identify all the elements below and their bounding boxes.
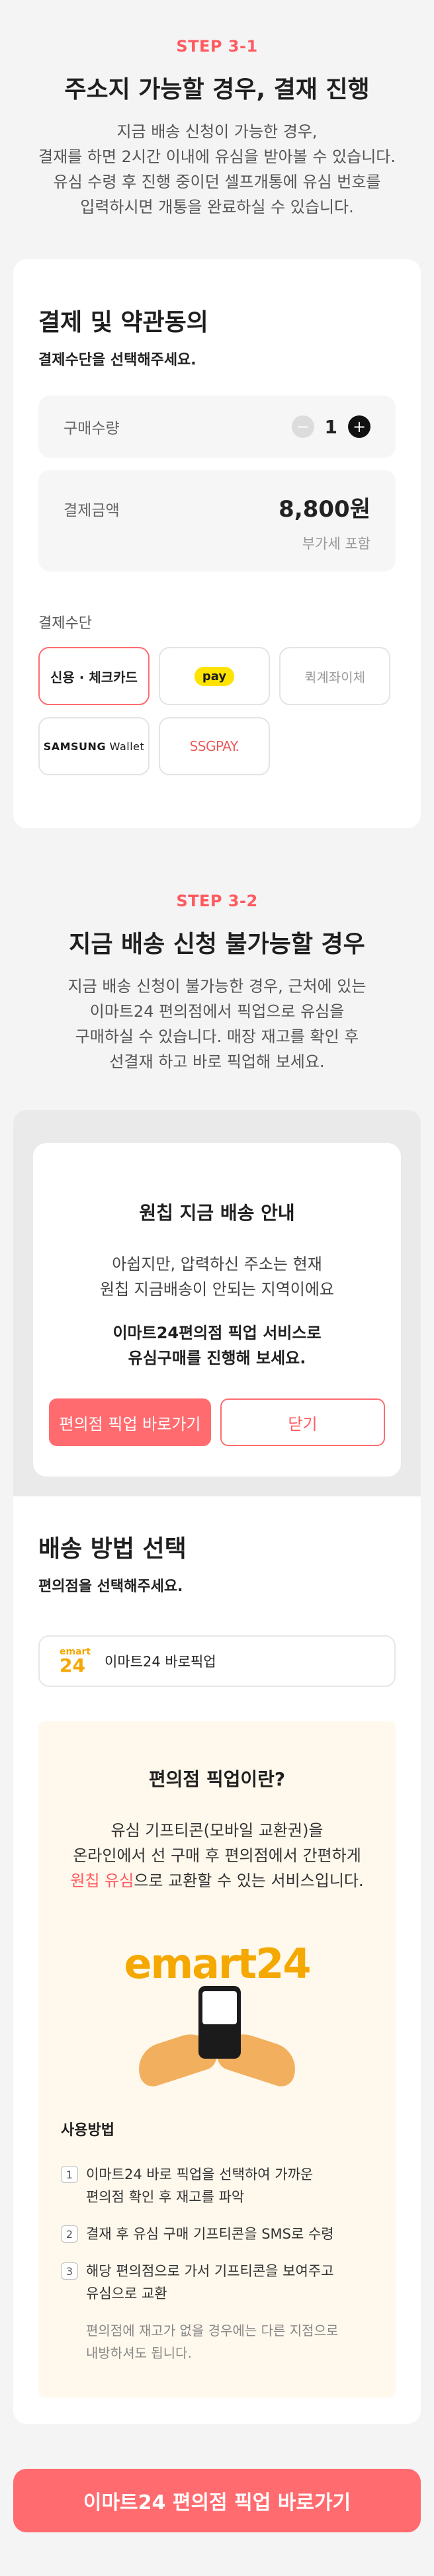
vat-note: 부가세 포함 bbox=[302, 536, 370, 552]
desc-line: 이마트24 편의점에서 픽업으로 유심을 bbox=[89, 1002, 345, 1021]
usage-title: 사용방법 bbox=[61, 2122, 114, 2139]
shipping-card: 배송 방법 선택 편의점을 선택해주세요. emart 24 이마트24 바로픽… bbox=[13, 1496, 421, 2424]
method-kakaopay-button[interactable]: pay bbox=[159, 647, 270, 705]
usage-step: 1 이마트24 바로 픽업을 선택하여 가까운 편의점 확인 후 재고를 파악 bbox=[61, 2163, 373, 2208]
usage-steps: 1 이마트24 바로 픽업을 선택하여 가까운 편의점 확인 후 재고를 파악 … bbox=[61, 2163, 373, 2305]
desc-line: 입력하시면 개통을 완료하실 수 있습니다. bbox=[80, 198, 354, 216]
emart24-pickup-button[interactable]: 이마트24 편의점 픽업 바로가기 bbox=[13, 2469, 421, 2532]
method-ssgpay-button[interactable]: SSGPAY. bbox=[159, 717, 270, 775]
ssgpay-logo: SSGPAY. bbox=[189, 738, 239, 754]
notice-bold-text: 이마트24편의점 픽업 서비스로 유심구매를 진행해 보세요. bbox=[49, 1320, 385, 1371]
step-number: 1 bbox=[61, 2166, 78, 2183]
payment-method-label: 결제수단 bbox=[38, 615, 92, 632]
store-option-emart24[interactable]: emart 24 이마트24 바로픽업 bbox=[38, 1635, 396, 1687]
payment-methods: 신용 · 체크카드 pay 퀵계좌이체 SAMSUNG Wallet SSGPA… bbox=[38, 647, 396, 775]
step-number: 3 bbox=[61, 2262, 78, 2280]
step-label: STEP 3-2 bbox=[176, 892, 258, 910]
shipping-subtitle: 편의점을 선택해주세요. bbox=[38, 1578, 183, 1595]
notice-line: 유심구매를 진행해 보세요. bbox=[128, 1349, 306, 1367]
pickup-info-box: 편의점 픽업이란? 유심 기프티콘(모바일 교환권)을 온라인에서 선 구매 후… bbox=[38, 1721, 396, 2397]
info-line: 유심 기프티콘(모바일 교환권)을 bbox=[110, 1821, 324, 1840]
notice-title: 원칩 지금 배송 안내 bbox=[139, 1202, 295, 1224]
info-title: 편의점 픽업이란? bbox=[148, 1768, 286, 1790]
method-transfer-button[interactable]: 퀵계좌이체 bbox=[279, 647, 390, 705]
payment-subtitle: 결제수단을 선택해주세요. bbox=[38, 352, 196, 368]
amount-row: 결제금액 8,800원 부가세 포함 bbox=[38, 470, 396, 572]
desc-line: 지금 배송 신청이 가능한 경우, bbox=[116, 122, 318, 141]
step-3-1-section: STEP 3-1 주소지 가능할 경우, 결재 진행 지금 배송 신청이 가능한… bbox=[0, 0, 434, 220]
payment-card: 결제 및 약관동의 결제수단을 선택해주세요. 구매수량 − 1 + 결제금액 … bbox=[13, 259, 421, 828]
desc-line: 지금 배송 신청이 불가능한 경우, 근처에 있는 bbox=[67, 977, 367, 996]
notice-modal: 원칩 지금 배송 안내 아쉽지만, 압력하신 주소는 현재 원칩 지금배송이 안… bbox=[33, 1143, 401, 1477]
store-name: 이마트24 바로픽업 bbox=[105, 1654, 216, 1670]
notice-text: 아쉽지만, 압력하신 주소는 현재 원칩 지금배송이 안되는 지역이에요 bbox=[49, 1252, 385, 1302]
step-title: 주소지 가능할 경우, 결재 진행 bbox=[64, 76, 370, 103]
info-line: 온라인에서 선 구매 후 편의점에서 간편하게 bbox=[73, 1846, 361, 1865]
step-title: 지금 배송 신청 불가능할 경우 bbox=[69, 931, 365, 958]
amount-label: 결제금액 bbox=[64, 502, 120, 519]
usage-step: 2 결재 후 유심 구매 기프티콘을 SMS로 수령 bbox=[61, 2223, 373, 2245]
pickup-shortcut-button[interactable]: 편의점 픽업 바로가기 bbox=[49, 1398, 211, 1446]
notice-line: 아쉽지만, 압력하신 주소는 현재 bbox=[112, 1255, 322, 1273]
desc-line: 결재를 하면 2시간 이내에 유심을 받아볼 수 있습니다. bbox=[38, 148, 396, 166]
step-description: 지금 배송 신청이 불가능한 경우, 근처에 있는 이마트24 편의점에서 픽업… bbox=[0, 974, 434, 1074]
info-description: 유심 기프티콘(모바일 교환권)을 온라인에서 선 구매 후 편의점에서 간편하… bbox=[61, 1818, 373, 1893]
payment-title: 결제 및 약관동의 bbox=[38, 309, 208, 336]
step-text: 이마트24 바로 픽업을 선택하여 가까운 편의점 확인 후 재고를 파악 bbox=[86, 2167, 314, 2205]
close-button[interactable]: 닫기 bbox=[220, 1398, 385, 1446]
emart24-logo-icon: emart 24 bbox=[60, 1647, 91, 1676]
phone-icon bbox=[198, 1986, 241, 2059]
step-number: 2 bbox=[61, 2225, 78, 2243]
minus-button[interactable]: − bbox=[291, 415, 314, 438]
kakaopay-logo: pay bbox=[194, 666, 235, 686]
info-line: 원칩 유심으로 교환할 수 있는 서비스입니다. bbox=[70, 1871, 364, 1890]
notice-overlay: 원칩 지금 배송 안내 아쉽지만, 압력하신 주소는 현재 원칩 지금배송이 안… bbox=[13, 1110, 421, 1496]
desc-line: 구매하실 수 있습니다. 매장 재고를 확인 후 bbox=[75, 1027, 359, 1046]
step-text: 결재 후 유심 구매 기프티콘을 SMS로 수령 bbox=[86, 2226, 334, 2242]
quantity-value: 1 bbox=[324, 415, 337, 438]
notice-line: 이마트24편의점 픽업 서비스로 bbox=[112, 1324, 322, 1342]
amount-value: 8,800원 bbox=[279, 496, 370, 523]
step-description: 지금 배송 신청이 가능한 경우, 결재를 하면 2시간 이내에 유심을 받아볼… bbox=[0, 119, 434, 220]
step-3-2-section: STEP 3-2 지금 배송 신청 불가능할 경우 지금 배송 신청이 불가능한… bbox=[0, 828, 434, 1074]
usage-note: 편의점에 재고가 없을 경우에는 다른 지점으로 내방하셔도 됩니다. bbox=[86, 2323, 339, 2361]
desc-line: 유심 수령 후 진행 중이던 셀프개통에 유심 번호를 bbox=[53, 173, 381, 191]
shipping-title: 배송 방법 선택 bbox=[38, 1535, 187, 1563]
notice-line: 원칩 지금배송이 안되는 지역이에요 bbox=[99, 1280, 335, 1299]
method-samsung-wallet-button[interactable]: SAMSUNG Wallet bbox=[38, 717, 150, 775]
desc-line: 선결재 하고 바로 픽업해 보세요. bbox=[109, 1052, 325, 1071]
step-label: STEP 3-1 bbox=[176, 37, 258, 56]
quantity-row: 구매수량 − 1 + bbox=[38, 396, 396, 458]
method-card-button[interactable]: 신용 · 체크카드 bbox=[38, 647, 150, 705]
notice-buttons: 편의점 픽업 바로가기 닫기 bbox=[49, 1398, 385, 1446]
emart24-illustration: emart24 bbox=[118, 1940, 316, 2092]
step-text: 해당 편의점으로 가서 기프티콘을 보여주고 유심으로 교환 bbox=[86, 2263, 334, 2301]
plus-button[interactable]: + bbox=[348, 415, 370, 438]
emart24-logo: emart24 bbox=[124, 1940, 312, 1988]
samsung-wallet-logo: SAMSUNG Wallet bbox=[43, 740, 145, 753]
quantity-label: 구매수량 bbox=[64, 420, 120, 437]
highlight-text: 원칩 유심 bbox=[70, 1871, 134, 1890]
quantity-stepper: − 1 + bbox=[291, 415, 370, 438]
usage-step: 3 해당 편의점으로 가서 기프티콘을 보여주고 유심으로 교환 bbox=[61, 2260, 373, 2305]
